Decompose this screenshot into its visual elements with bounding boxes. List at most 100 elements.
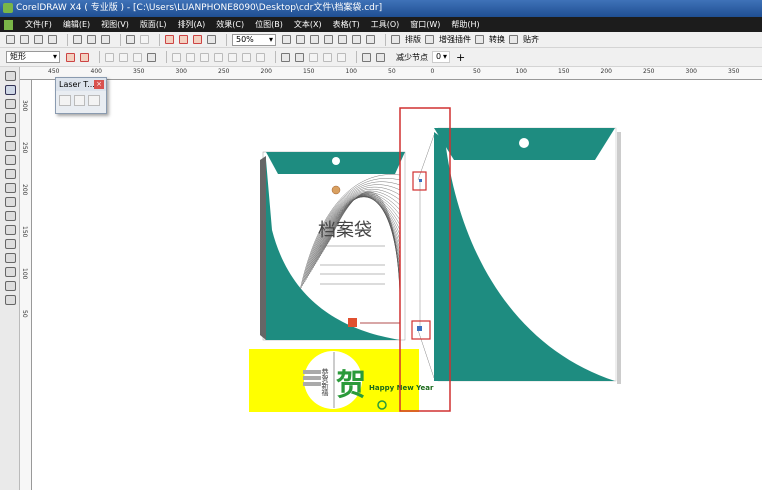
- delete-node-icon[interactable]: [80, 52, 89, 62]
- selected-node[interactable]: [417, 326, 422, 331]
- ruler-label: 100: [21, 268, 28, 280]
- zoom-out-icon[interactable]: [296, 35, 305, 44]
- layout-icon[interactable]: [391, 35, 400, 44]
- drawing-canvas[interactable]: 档案袋 恭贺新禧 贺 Happy New Year: [33, 81, 762, 490]
- crosshair-icon[interactable]: +: [456, 51, 465, 64]
- plugin-convert[interactable]: 转换: [489, 34, 505, 45]
- import-icon[interactable]: [165, 35, 174, 44]
- menu-tools[interactable]: 工具(O): [371, 19, 400, 30]
- symmetric-icon[interactable]: [200, 52, 209, 62]
- zoom-in-icon[interactable]: [282, 35, 291, 44]
- interactive-blend-icon[interactable]: [5, 239, 16, 249]
- export-icon[interactable]: [179, 35, 188, 44]
- save-icon[interactable]: [34, 35, 43, 44]
- document-icon[interactable]: [4, 19, 13, 30]
- table-tool-icon[interactable]: [5, 225, 16, 235]
- laser-tool-3-icon[interactable]: [88, 95, 101, 106]
- title-bar: CorelDRAW X4 ( 专业版 ) - [C:\Users\LUANPHO…: [0, 0, 762, 17]
- menu-file[interactable]: 文件(F): [25, 19, 52, 30]
- reduce-nodes-input[interactable]: 0: [432, 51, 450, 63]
- align-nodes-icon[interactable]: [309, 52, 318, 62]
- to-line-icon[interactable]: [133, 52, 142, 62]
- interactive-fill-icon[interactable]: [5, 295, 16, 305]
- stretch-icon[interactable]: [281, 52, 290, 62]
- pick-tool-icon[interactable]: [5, 71, 16, 81]
- plugin-snap[interactable]: 贴齐: [523, 34, 539, 45]
- vertical-ruler[interactable]: 300 250 200 150 100 50: [20, 80, 32, 490]
- convert-icon[interactable]: [475, 35, 484, 44]
- cusp-icon[interactable]: [172, 52, 181, 62]
- menu-layout[interactable]: 版面(L): [140, 19, 167, 30]
- fill-tool-icon[interactable]: [5, 281, 16, 291]
- plugin-icon[interactable]: [425, 35, 434, 44]
- to-curve-icon[interactable]: [147, 52, 156, 62]
- launcher-icon[interactable]: [193, 35, 202, 44]
- menu-view[interactable]: 视图(V): [101, 19, 129, 30]
- window-title: CorelDRAW X4 ( 专业版 ) - [C:\Users\LUANPHO…: [16, 3, 383, 13]
- rotate-icon[interactable]: [295, 52, 304, 62]
- outline-tool-icon[interactable]: [5, 267, 16, 277]
- paste-icon[interactable]: [101, 35, 110, 44]
- menu-effects[interactable]: 效果(C): [216, 19, 244, 30]
- ruler-label: 250: [218, 68, 230, 75]
- envelope-front[interactable]: 档案袋: [260, 151, 406, 341]
- cut-icon[interactable]: [73, 35, 82, 44]
- zoom-level-select[interactable]: 50%: [232, 33, 276, 46]
- undo-icon[interactable]: [126, 35, 135, 44]
- options-icon[interactable]: [207, 35, 216, 44]
- menu-table[interactable]: 表格(T): [333, 19, 360, 30]
- horizontal-ruler[interactable]: 450 400 350 300 250 200 150 100 50 0 50 100 150 200 25…: [20, 67, 762, 80]
- crop-tool-icon[interactable]: [5, 99, 16, 109]
- open-icon[interactable]: [20, 35, 29, 44]
- zoom-tool-icon[interactable]: [5, 113, 16, 123]
- plugin-layout[interactable]: 排版: [405, 34, 421, 45]
- print-icon[interactable]: [48, 35, 57, 44]
- menu-edit[interactable]: 编辑(E): [63, 19, 90, 30]
- zoom-width-icon[interactable]: [352, 35, 361, 44]
- auto-close-icon[interactable]: [256, 52, 265, 62]
- extend-icon[interactable]: [228, 52, 237, 62]
- text-tool-icon[interactable]: [5, 211, 16, 221]
- smart-fill-icon[interactable]: [5, 141, 16, 151]
- menu-bitmaps[interactable]: 位图(B): [255, 19, 283, 30]
- extract-icon[interactable]: [242, 52, 251, 62]
- basic-shapes-icon[interactable]: [5, 197, 16, 207]
- zoom-selected-icon[interactable]: [310, 35, 319, 44]
- zoom-page-icon[interactable]: [338, 35, 347, 44]
- break-curve-icon[interactable]: [119, 52, 128, 62]
- laser-tool-2-icon[interactable]: [73, 95, 86, 106]
- rectangle-tool-icon[interactable]: [5, 155, 16, 165]
- elastic-mode-icon[interactable]: [362, 52, 371, 62]
- copy-icon[interactable]: [87, 35, 96, 44]
- menu-window[interactable]: 窗口(W): [410, 19, 440, 30]
- polygon-tool-icon[interactable]: [5, 183, 16, 193]
- redo-icon[interactable]: [140, 35, 149, 44]
- zoom-height-icon[interactable]: [366, 35, 375, 44]
- shape-tool-icon[interactable]: [5, 85, 16, 95]
- menu-help[interactable]: 帮助(H): [451, 19, 479, 30]
- laser-tool-1-icon[interactable]: [59, 95, 71, 106]
- eyedropper-icon[interactable]: [5, 253, 16, 263]
- shape-select[interactable]: 矩形: [6, 51, 60, 63]
- reverse-icon[interactable]: [214, 52, 223, 62]
- menu-arrange[interactable]: 排列(A): [178, 19, 206, 30]
- smooth-icon[interactable]: [186, 52, 195, 62]
- select-all-nodes-icon[interactable]: [376, 52, 385, 62]
- mirror-v-icon[interactable]: [337, 52, 346, 62]
- add-node-icon[interactable]: [66, 52, 75, 62]
- menu-text[interactable]: 文本(X): [294, 19, 322, 30]
- mirror-h-icon[interactable]: [323, 52, 332, 62]
- zoom-all-icon[interactable]: [324, 35, 333, 44]
- freehand-tool-icon[interactable]: [5, 127, 16, 137]
- snap-icon[interactable]: [509, 35, 518, 44]
- new-icon[interactable]: [6, 35, 15, 44]
- ruler-label: 350: [728, 68, 740, 75]
- plugin-enhance[interactable]: 增强插件: [439, 34, 471, 45]
- envelope-back[interactable]: [417, 127, 621, 384]
- node[interactable]: [419, 179, 422, 182]
- greeting-card[interactable]: 恭贺新禧 贺 Happy New Year: [249, 349, 434, 412]
- ellipse-tool-icon[interactable]: [5, 169, 16, 179]
- join-nodes-icon[interactable]: [105, 52, 114, 62]
- close-icon[interactable]: ×: [94, 80, 104, 89]
- ruler-label: 300: [685, 68, 697, 75]
